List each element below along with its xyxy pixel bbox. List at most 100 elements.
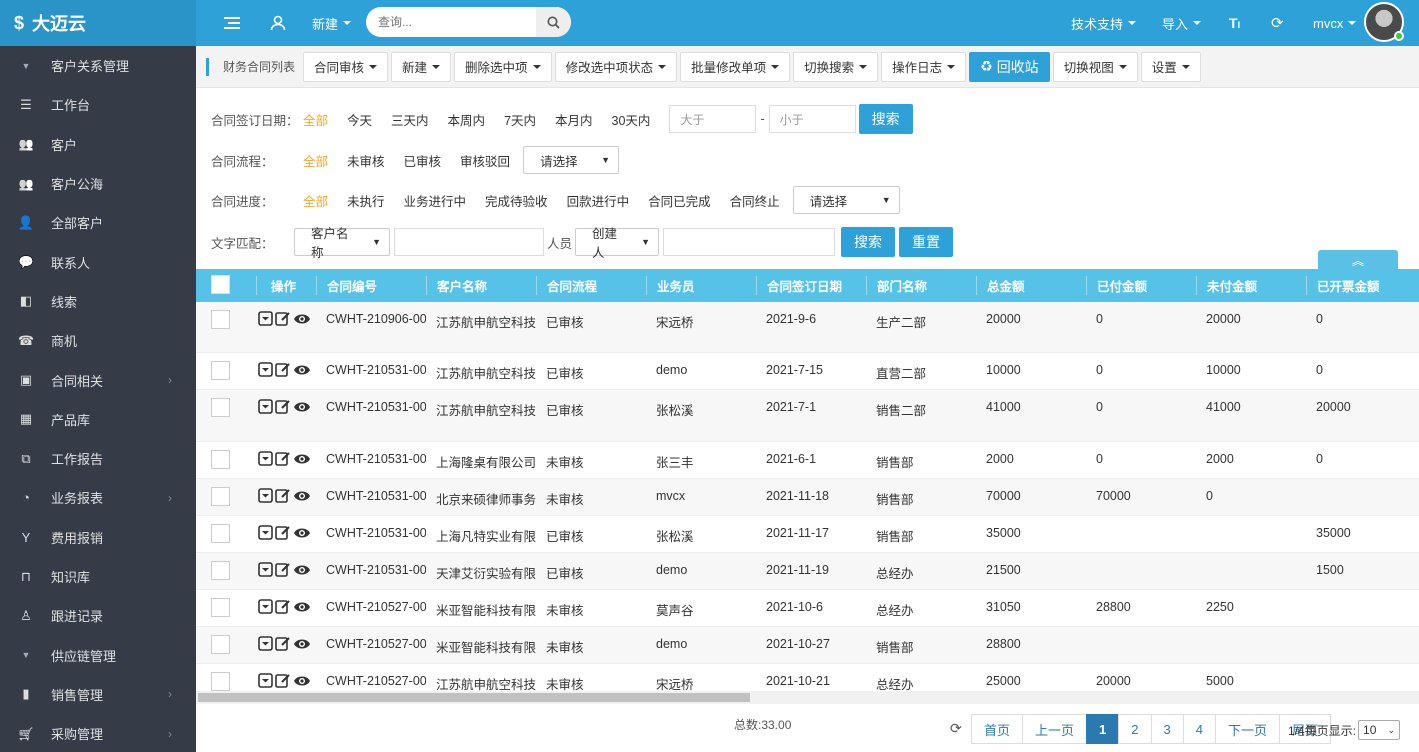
filter-option[interactable]: 30天内 [612,110,651,129]
date-search-button[interactable]: 搜索 [858,104,913,134]
view-eye-icon[interactable] [293,637,311,651]
view-eye-icon[interactable] [293,600,311,614]
sidebar-item[interactable]: ⊓ 知识库 [0,557,196,596]
toolbar-button[interactable]: 切换搜索 [793,51,879,82]
edit-icon[interactable] [275,636,291,651]
edit-icon[interactable] [275,599,291,614]
text-field-select[interactable]: 客户名称 ▼ [294,227,390,260]
reset-button[interactable]: 重置 [899,227,954,257]
edit-icon[interactable] [275,362,291,377]
filter-option[interactable]: 全部 [303,110,328,129]
column-header[interactable]: 合同编号 [316,276,426,295]
column-header[interactable]: 已开票金额 [1306,276,1416,295]
date-gt-input[interactable]: 大于 [669,105,757,133]
edit-icon[interactable] [275,399,291,414]
page-number-button[interactable]: 1 [1086,714,1120,744]
filter-option[interactable]: 未执行 [347,191,385,210]
row-checkbox[interactable] [211,524,230,543]
row-checkbox[interactable] [211,672,230,691]
filter-option[interactable]: 完成待验收 [485,191,548,210]
sidebar-item[interactable]: 👤 全部客户 [0,203,196,242]
page-number-button[interactable]: 3 [1150,714,1184,744]
sidebar-item[interactable]: ▣ 合同相关 › [0,360,196,399]
text-match-input[interactable] [394,228,544,256]
toolbar-button[interactable]: 删除选中项 [454,51,552,82]
row-checkbox[interactable] [211,361,230,380]
avatar[interactable] [1364,2,1404,42]
sidebar-item[interactable]: 💬 联系人 [0,242,196,281]
select-all-checkbox[interactable] [211,274,230,294]
dropdown-box-icon[interactable] [258,362,273,377]
filter-option[interactable]: 合同终止 [730,191,780,210]
import-dropdown[interactable]: 导入 [1162,0,1202,46]
dropdown-box-icon[interactable] [258,636,273,651]
user-menu-dropdown[interactable]: mvcx [1313,0,1357,46]
filter-option[interactable]: 本周内 [448,110,486,129]
filter-option[interactable]: 回款进行中 [567,191,630,210]
view-eye-icon[interactable] [293,363,311,377]
progress-select[interactable]: 请选择 ▼ [792,186,900,214]
person-select[interactable]: 创建人 ▼ [575,227,660,260]
toolbar-button[interactable]: 合同审核 [303,51,389,82]
column-header[interactable]: 客户名称 [426,276,536,295]
prev-page-button[interactable]: 上一页 [1022,714,1088,744]
text-search-button[interactable]: 搜索 [841,227,896,257]
sidebar-item[interactable]: 🛒 采购管理 › [0,714,196,752]
filter-option[interactable]: 审核驳回 [460,151,510,170]
row-checkbox[interactable] [211,450,230,469]
sidebar-item[interactable]: Y 费用报销 [0,518,196,557]
filter-option[interactable]: 全部 [303,151,328,170]
flow-select[interactable]: 请选择 ▼ [523,146,620,174]
search-button[interactable] [536,7,570,37]
view-eye-icon[interactable] [293,452,311,466]
sidebar-group-header[interactable]: ▼ 供应链管理 [0,635,196,674]
view-eye-icon[interactable] [293,489,311,503]
switch-view-button[interactable]: 切换视图 [1052,51,1138,82]
filter-option[interactable]: 本月内 [555,110,593,129]
column-header[interactable]: 业务员 [646,276,756,295]
settings-button[interactable]: 设置 [1140,51,1201,82]
row-checkbox[interactable] [211,487,230,506]
column-header[interactable]: 操作 [256,276,316,295]
row-checkbox[interactable] [211,310,230,329]
toolbar-button[interactable]: 操作日志 [881,51,967,82]
sidebar-item[interactable]: ♙ 跟进记录 [0,596,196,635]
row-checkbox[interactable] [211,561,230,580]
view-eye-icon[interactable] [293,674,311,688]
horizontal-scrollbar[interactable] [196,691,1419,704]
filter-option[interactable]: 未审核 [347,151,385,170]
column-header[interactable]: 合同流程 [536,276,646,295]
column-header[interactable]: 总金额 [976,276,1086,295]
row-checkbox[interactable] [211,398,230,417]
recycle-bin-button[interactable]: ♻ 回收站 [969,51,1050,82]
toolbar-button[interactable]: 修改选中项状态 [554,51,678,82]
sidebar-item[interactable]: ◔ 业务报表 › [0,478,196,517]
filter-option[interactable]: 合同已完成 [648,191,711,210]
font-size-button[interactable]: TI [1229,0,1240,46]
dropdown-box-icon[interactable] [258,399,273,414]
sidebar-group-header[interactable]: ▼ 客户关系管理 [0,46,196,85]
filter-option[interactable]: 三天内 [391,110,429,129]
filter-option[interactable]: 已审核 [404,151,442,170]
sidebar-item[interactable]: ⧉ 工作报告 [0,439,196,478]
filter-option[interactable]: 业务进行中 [404,191,467,210]
dropdown-box-icon[interactable] [258,525,273,540]
toolbar-button[interactable]: 新建 [391,51,452,82]
sidebar-item[interactable]: 👥 客户 [0,125,196,164]
dropdown-box-icon[interactable] [258,488,273,503]
user-icon-button[interactable] [270,0,286,46]
page-number-button[interactable]: 2 [1118,714,1152,744]
person-input[interactable] [663,228,836,256]
edit-icon[interactable] [275,451,291,466]
sidebar-item[interactable]: ☎ 商机 [0,321,196,360]
dropdown-box-icon[interactable] [258,599,273,614]
sidebar-item[interactable]: ▦ 产品库 [0,400,196,439]
edit-icon[interactable] [275,525,291,540]
column-header[interactable]: 合同签订日期 [756,276,866,295]
search-input[interactable] [366,7,536,37]
first-page-button[interactable]: 首页 [971,714,1024,744]
edit-icon[interactable] [275,673,291,688]
per-page-select[interactable]: 10 ⌄ [1358,720,1401,740]
next-page-button[interactable]: 下一页 [1214,714,1280,744]
sidebar-item[interactable]: ☰ 工作台 [0,85,196,124]
